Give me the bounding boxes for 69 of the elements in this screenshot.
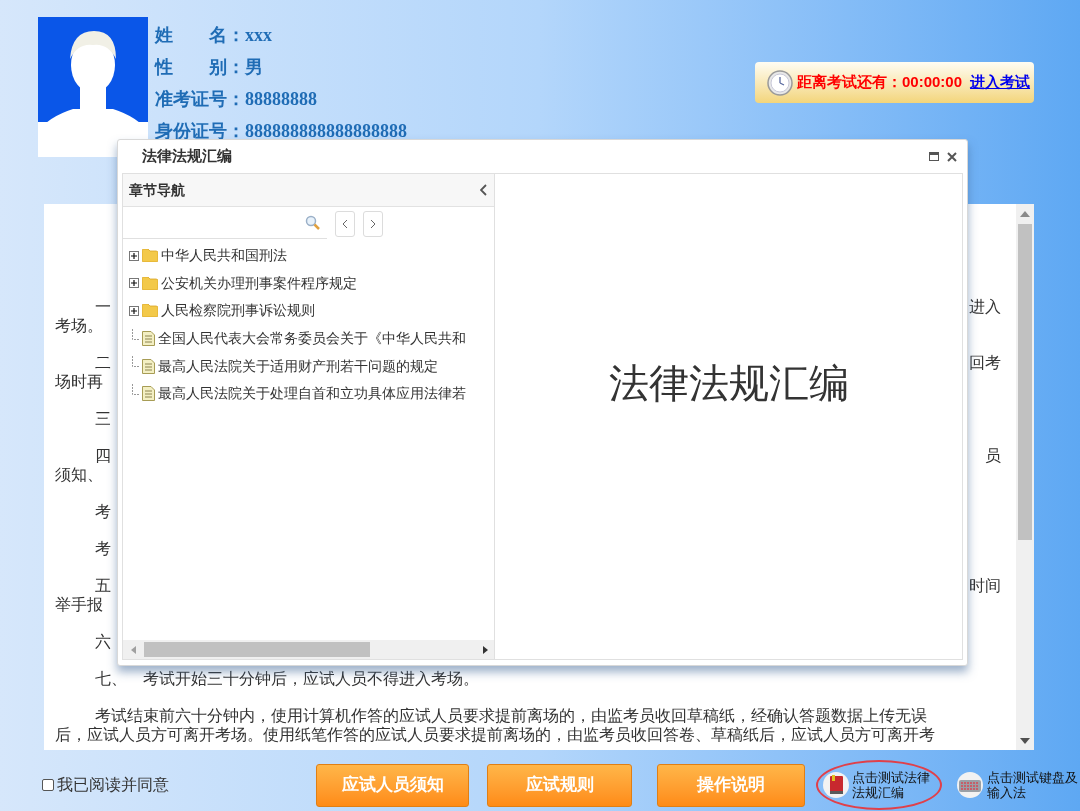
- tree-line: [132, 356, 139, 368]
- field-label: 性 别：: [155, 56, 245, 79]
- folder-icon: [142, 304, 158, 318]
- book-icon[interactable]: [822, 771, 850, 799]
- notice-text: 一: [95, 297, 111, 316]
- document-title: 法律法规汇编: [608, 360, 849, 408]
- scroll-down-icon[interactable]: [1020, 738, 1030, 744]
- horizontal-scrollbar[interactable]: [123, 640, 494, 659]
- notice-text: 时间: [969, 576, 1001, 595]
- scroll-up-icon[interactable]: [1020, 211, 1030, 217]
- notice-text: 场时再: [55, 372, 103, 391]
- notice-text: 员: [985, 446, 1001, 465]
- notice-text: 进入: [969, 297, 1001, 316]
- field-value: 88888888: [245, 88, 317, 111]
- tree-item[interactable]: 人民检察院刑事诉讼规则: [161, 300, 315, 322]
- chevron-right-icon[interactable]: [370, 218, 376, 229]
- maximize-icon[interactable]: [929, 152, 939, 161]
- countdown-text: 距离考试还有：00:00:00: [797, 72, 963, 93]
- scrollbar[interactable]: [1016, 204, 1034, 750]
- collapse-icon[interactable]: [480, 184, 488, 196]
- tree-item[interactable]: 最高人民法院关于适用财产刑若干问题的规定: [158, 355, 438, 377]
- checkbox-label[interactable]: 我已阅读并同意: [57, 773, 169, 797]
- tool-link[interactable]: 点击测试键盘及输入法: [986, 770, 1080, 800]
- notice-text: 举手报: [55, 595, 103, 614]
- pane-title: 章节导航: [129, 180, 185, 200]
- document-icon: [142, 386, 155, 402]
- field-label: 身份证号：: [155, 120, 245, 143]
- document-icon: [142, 331, 155, 347]
- folder-icon: [142, 249, 158, 263]
- document-icon: [142, 358, 155, 374]
- dialog-title: 法律法规汇编: [142, 146, 232, 167]
- notice-text: 考: [95, 502, 111, 521]
- notice-text: 三: [95, 409, 111, 428]
- tool-link[interactable]: 点击测试法律法规汇编: [852, 770, 932, 800]
- enter-exam-link[interactable]: 进入考试: [970, 71, 1031, 94]
- scrollbar-thumb[interactable]: [1018, 224, 1032, 540]
- notice-text: 回考: [969, 353, 1001, 372]
- scrollbar-thumb[interactable]: [144, 642, 370, 657]
- notice-text: 考场。: [55, 316, 103, 335]
- folder-icon: [142, 276, 158, 290]
- chevron-left-icon[interactable]: [342, 218, 348, 229]
- field-value: 888888888888888888: [245, 120, 407, 143]
- tree-item[interactable]: 全国人民代表大会常务委员会关于《中华人民共和: [158, 328, 466, 350]
- field-label: 准考证号：: [155, 88, 245, 111]
- checkbox[interactable]: [42, 779, 54, 791]
- tree-item[interactable]: 中华人民共和国刑法: [161, 245, 287, 267]
- notice-text: 考: [95, 539, 111, 558]
- tree-item[interactable]: 公安机关办理刑事案件程序规定: [161, 272, 357, 294]
- tree-line: [132, 383, 139, 395]
- field-value: xxx: [245, 24, 272, 47]
- field-label: 姓 名：: [155, 24, 245, 47]
- scroll-right-icon[interactable]: [483, 646, 488, 654]
- expand-icon[interactable]: [129, 306, 139, 316]
- notice-text: 六: [95, 632, 111, 651]
- notice-text: 二: [95, 353, 111, 372]
- field-value: 男: [245, 56, 263, 79]
- notice-text: 五: [95, 576, 111, 595]
- notice-text: 七、 考试开始三十分钟后，应试人员不得进入考场。: [95, 669, 479, 688]
- notice-text: 后，应试人员方可离开考场。使用纸笔作答的应试人员要求提前离场的，由监考员收回答卷、草稿纸后，应试人员方可离开考: [55, 725, 935, 744]
- tree-item[interactable]: 最高人民法院关于处理自首和立功具体应用法律若: [158, 383, 466, 405]
- clock-icon: [767, 69, 793, 96]
- tree-line: [132, 328, 139, 340]
- notice-text: 考试结束前六十分钟内，使用计算机作答的应试人员要求提前离场的，由监考员收回草稿纸，经确认答题数据上传无误: [95, 706, 927, 725]
- notice-text: 四: [95, 446, 111, 465]
- expand-icon[interactable]: [129, 278, 139, 289]
- expand-icon[interactable]: [129, 250, 139, 261]
- close-icon[interactable]: [947, 151, 957, 162]
- keyboard-icon[interactable]: [955, 771, 985, 799]
- notice-text: 须知、: [55, 465, 103, 484]
